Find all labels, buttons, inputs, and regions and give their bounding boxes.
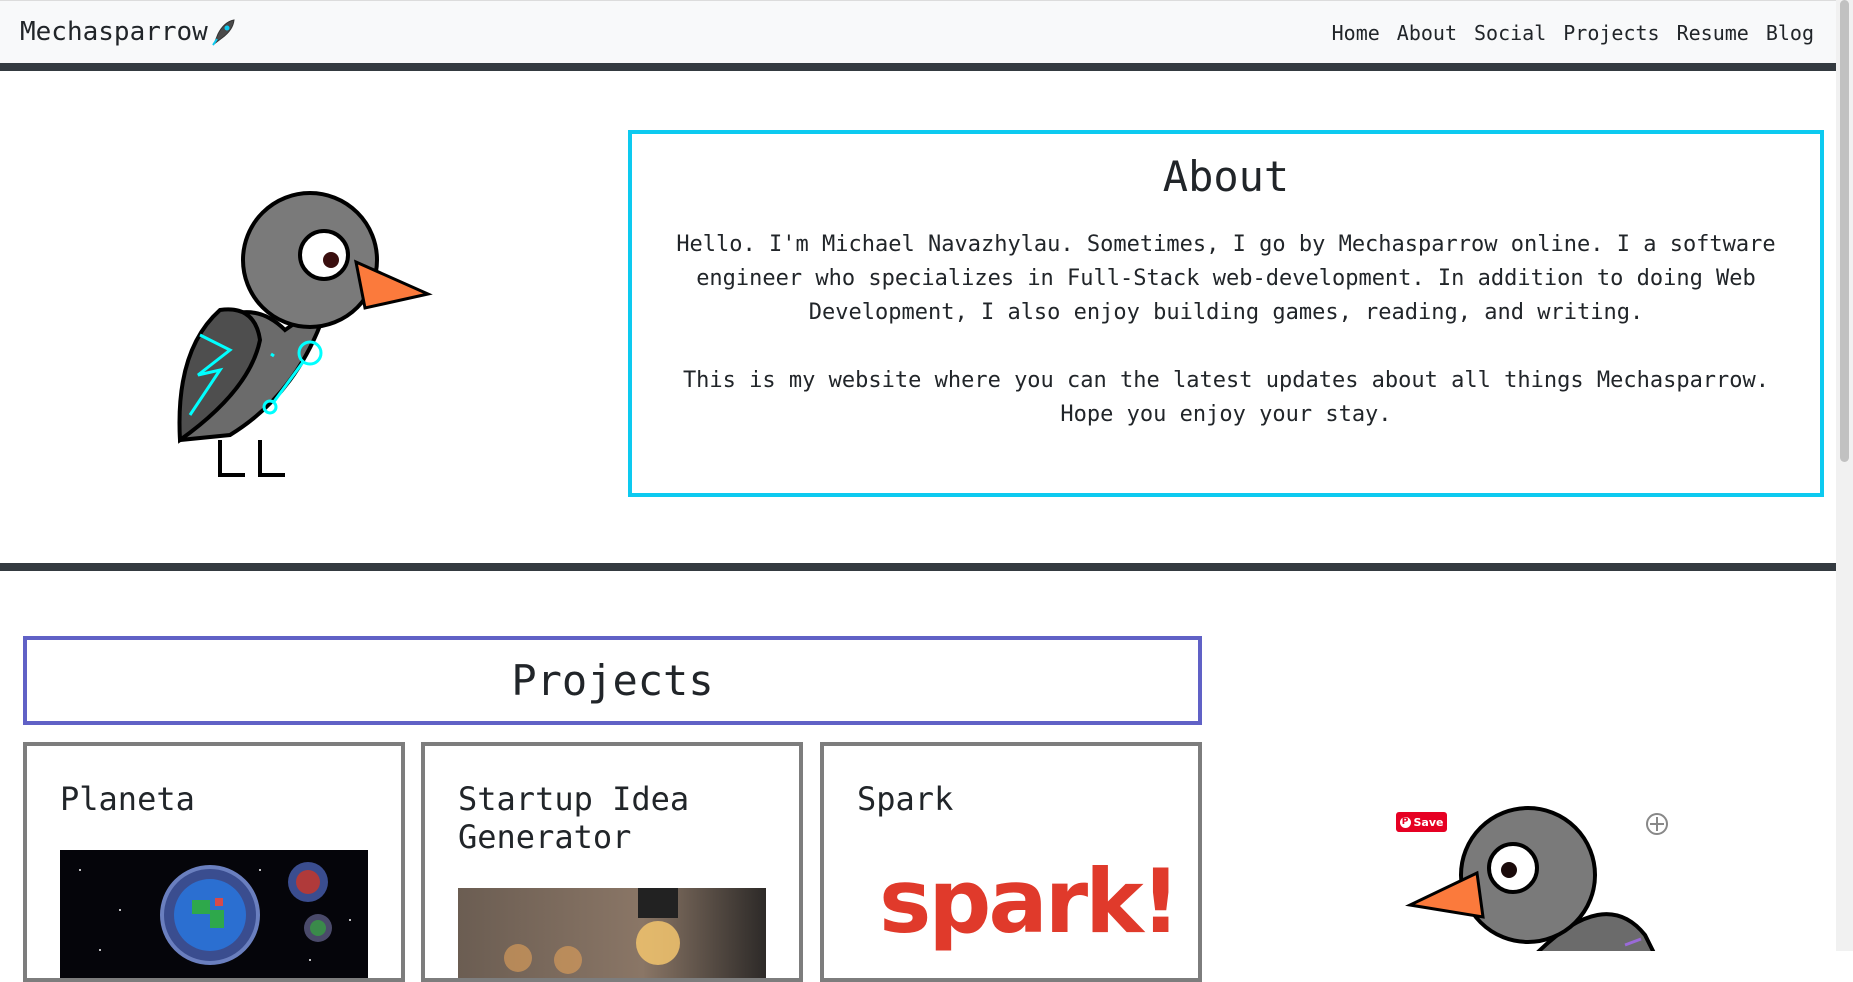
- projects-header: Projects: [23, 636, 1202, 725]
- about-text: Hello. I'm Michael Navazhylau. Sometimes…: [654, 228, 1798, 432]
- project-card-planeta[interactable]: Planeta: [23, 742, 405, 982]
- sparrow-side-image: [1405, 806, 1656, 951]
- nav-social[interactable]: Social: [1474, 21, 1546, 45]
- about-section: About Hello. I'm Michael Navazhylau. Som…: [628, 130, 1824, 497]
- lightbulb-image: [458, 888, 766, 978]
- scrollbar-thumb[interactable]: [1840, 0, 1849, 462]
- sparrow-mascot-image: [177, 191, 433, 477]
- nav-resume[interactable]: Resume: [1677, 21, 1749, 45]
- nav-about[interactable]: About: [1397, 21, 1457, 45]
- spark-logo: spark!: [879, 850, 1181, 953]
- section-divider: [0, 563, 1836, 571]
- planeta-image: [60, 850, 368, 978]
- project-title: Spark: [857, 780, 954, 818]
- nav-links: Home About Social Projects Resume Blog: [1332, 21, 1814, 45]
- about-title: About: [1162, 152, 1290, 201]
- nav-projects[interactable]: Projects: [1563, 21, 1659, 45]
- rocket-icon: [212, 19, 235, 46]
- nav-home[interactable]: Home: [1332, 21, 1380, 45]
- project-title: Startup Idea Generator: [458, 780, 690, 856]
- brand-name: Mechasparrow: [20, 17, 208, 47]
- brand-link[interactable]: Mechasparrow: [20, 17, 236, 47]
- about-paragraph-1: Hello. I'm Michael Navazhylau. Sometimes…: [676, 232, 1776, 326]
- navbar: Mechasparrow Home About Social Projects …: [0, 0, 1836, 63]
- about-paragraph-2: This is my website where you can the lat…: [682, 368, 1770, 428]
- page-scrollbar[interactable]: [1836, 0, 1853, 951]
- project-card-startup-idea-generator[interactable]: Startup Idea Generator: [421, 742, 803, 982]
- navbar-divider: [0, 63, 1836, 71]
- project-title: Planeta: [60, 780, 195, 818]
- nav-blog[interactable]: Blog: [1766, 21, 1814, 45]
- project-card-spark[interactable]: Spark spark!: [820, 742, 1202, 982]
